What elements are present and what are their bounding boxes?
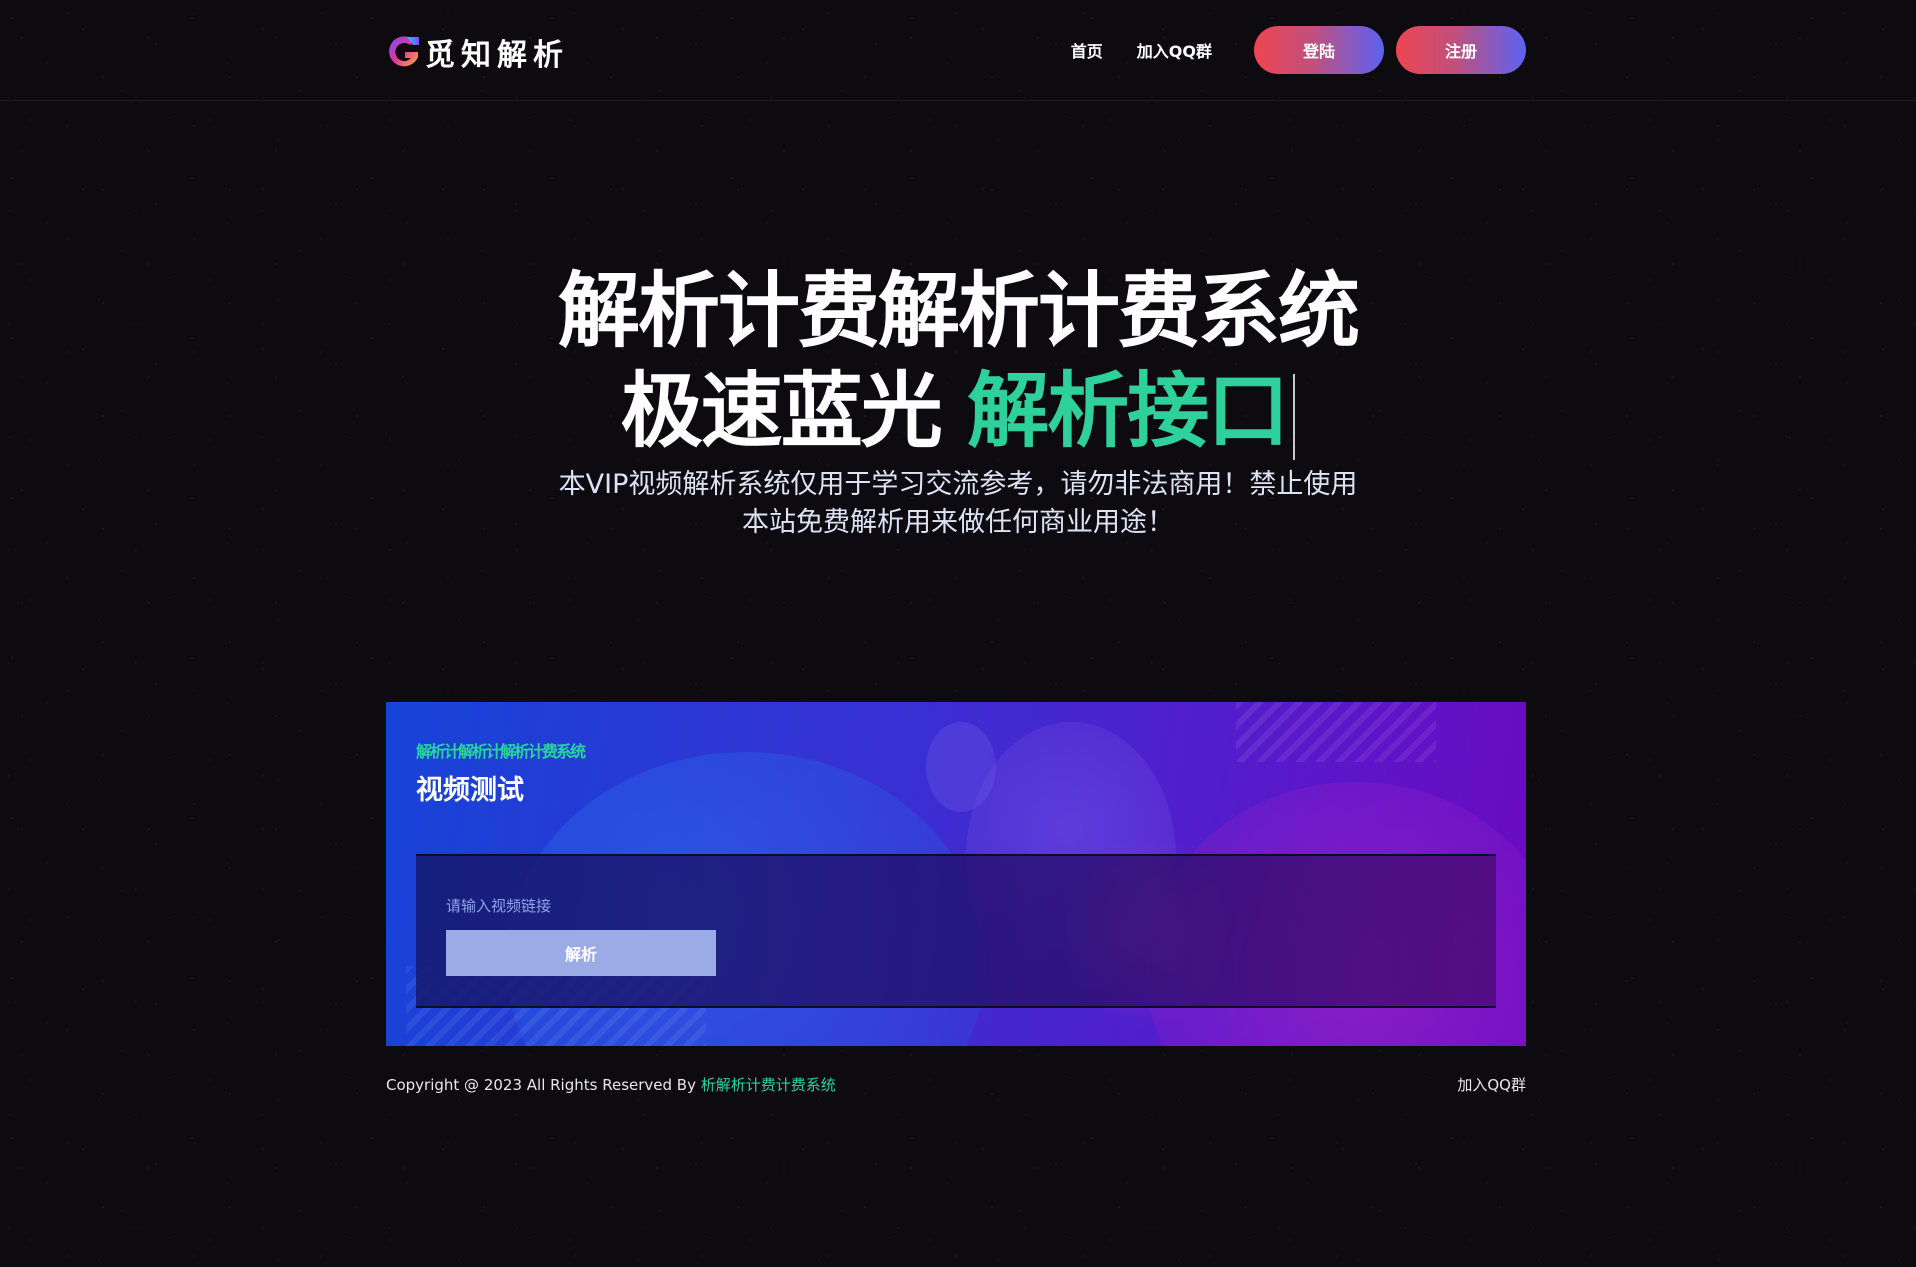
decorative-stripes (1236, 702, 1436, 762)
hero-description-line: 本站免费解析用来做任何商业用途！ (742, 507, 1174, 538)
hero-tagline-plain: 极速蓝光 (620, 364, 943, 459)
hero-section: 解析计费解析计费系统 极速蓝光 解析接口 本VIP视频解析系统仅用于学习交流参考… (0, 262, 1916, 542)
hero-description: 本VIP视频解析系统仅用于学习交流参考，请勿非法商用！禁止使用 本站免费解析用来… (0, 466, 1916, 542)
logo-text: 觅知解析 (425, 38, 569, 73)
main-nav: 首页 加入QQ群 登陆 注册 (1071, 26, 1526, 74)
footer-site-link[interactable]: 析解析计费计费系统 (701, 1076, 836, 1094)
hero-tagline: 极速蓝光 解析接口 (0, 362, 1916, 462)
site-header: 觅知解析 首页 加入QQ群 登陆 注册 (0, 0, 1916, 101)
register-button[interactable]: 注册 (1396, 26, 1526, 74)
site-logo[interactable]: 觅知解析 (385, 30, 569, 74)
parse-button[interactable]: 解析 (446, 930, 716, 976)
site-footer: Copyright @ 2023 All Rights Reserved By … (386, 1074, 1526, 1095)
copyright-text: Copyright @ 2023 All Rights Reserved By (386, 1076, 701, 1094)
hero-tagline-accent: 解析接口 (967, 364, 1289, 459)
video-url-input[interactable] (446, 894, 946, 918)
nav-qq-group-link[interactable]: 加入QQ群 (1137, 38, 1212, 62)
nav-home-link[interactable]: 首页 (1071, 38, 1103, 62)
banner-subtitle: 解析计解析计解析计费系统 (416, 742, 586, 761)
login-button[interactable]: 登陆 (1254, 26, 1384, 74)
parse-form-panel: 解析 (416, 854, 1496, 1008)
hero-description-line: 本VIP视频解析系统仅用于学习交流参考，请勿非法商用！禁止使用 (558, 469, 1358, 500)
hero-title: 解析计费解析计费系统 (557, 264, 1360, 359)
typing-caret (1293, 373, 1296, 460)
footer-qq-group-link[interactable]: 加入QQ群 (1457, 1074, 1526, 1095)
g-letter-logo-icon (385, 33, 421, 71)
decorative-blob (926, 722, 996, 812)
video-parse-banner: 解析计解析计解析计费系统 视频测试 解析 (386, 702, 1526, 1046)
banner-title: 视频测试 (416, 775, 524, 806)
